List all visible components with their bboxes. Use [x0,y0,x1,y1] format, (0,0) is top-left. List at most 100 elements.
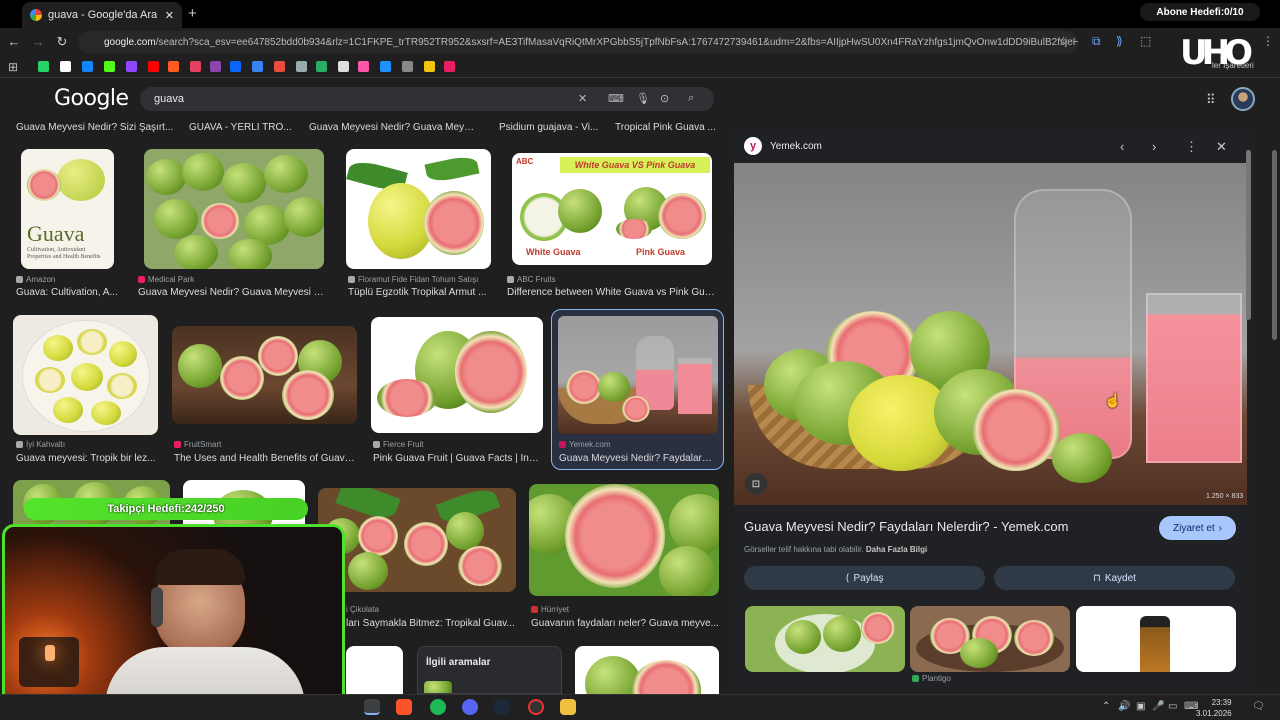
result-image-book[interactable]: Guava Cultivation, Antioxidant Propertie… [21,149,114,269]
result-title[interactable]: Guava Meyvesi Nedir? Faydaları ... [559,453,714,464]
related-image-2[interactable] [910,606,1070,672]
result-image-medical-park[interactable] [144,149,324,269]
result-image-hurriyet[interactable] [529,484,719,596]
back-icon[interactable]: ← [6,34,22,49]
result-title[interactable]: Guava Meyvesi Nedir? Guava Meyvesi Fa... [138,287,328,298]
related-image-3[interactable] [1076,606,1236,672]
result-title[interactable]: ları Saymakla Bitmez: Tropikal Guav... [346,618,516,629]
youtube-bookmark-icon[interactable] [148,61,159,72]
result-image-cikolata[interactable] [318,488,516,592]
list-item-caption[interactable]: Tropical Pink Guava ... [615,122,720,133]
list-item-caption[interactable]: Psidium guajava - Vi... [499,122,599,133]
next-icon[interactable]: › [1152,139,1156,154]
steam-taskbar-icon[interactable] [494,699,510,715]
result-title[interactable]: Pink Guava Fruit | Guava Facts | Insi... [373,453,543,464]
google-logo[interactable]: Google [54,86,129,111]
meta-bookmark-icon[interactable] [230,61,241,72]
tab-google-search[interactable]: guava - Google'da Ara ✕ [22,2,182,28]
search-icon[interactable]: ⌕ [688,92,694,105]
brave-taskbar-icon[interactable] [396,699,412,715]
bookmark-v-icon[interactable] [424,61,435,72]
volume-icon[interactable]: 🔊 [1118,701,1130,712]
bookmark-arrow-icon[interactable] [402,61,413,72]
address-bar[interactable]: google.com/search?sca_esv=ee647852bdd0b9… [78,31,1078,53]
avatar[interactable] [1231,87,1255,111]
tray-chevron-icon[interactable]: ⌃ [1102,701,1110,712]
related-searches-card[interactable]: İlgili aramalar [417,646,562,694]
clear-search-icon[interactable]: ✕ [578,92,587,105]
keyboard-icon[interactable]: ⌨ [608,92,624,105]
search-input[interactable]: guava [140,87,714,111]
result-title[interactable]: Difference between White Guava vs Pink G… [507,287,719,298]
result-image-fierce-fruit[interactable] [371,317,543,433]
learn-more-link[interactable]: Daha Fazla Bilgi [866,545,927,554]
visit-button[interactable]: Ziyaret et › [1159,516,1236,540]
visual-search-icon[interactable]: ⊡ [745,473,767,495]
result-image-partial-3[interactable] [346,646,403,694]
bookmark-gray-icon[interactable] [296,61,307,72]
bookmark-pink-icon[interactable] [358,61,369,72]
network-icon[interactable]: ▭ [1168,701,1177,712]
bookmark-e-icon[interactable] [168,61,179,72]
preview-site-name[interactable]: Yemek.com [770,141,822,152]
preview-title[interactable]: Guava Meyvesi Nedir? Faydaları Nelerdir?… [744,519,1068,534]
bookmark-star-icon[interactable]: ☆ [1058,34,1069,48]
list-item-caption[interactable]: Guava Meyvesi Nedir? Guava Meyve... [309,122,479,133]
extensions-puzzle-icon[interactable]: ⬚ [1140,34,1151,48]
bookmark-flask-icon[interactable] [338,61,349,72]
panel-scrollbar[interactable] [1246,150,1251,320]
share-button[interactable]: ⟨ Paylaş [744,566,985,590]
browser-menu-icon[interactable]: ⋮ [1262,34,1274,48]
list-item-caption[interactable]: GUAVA - YERLİ TRO... [189,122,299,133]
more-options-icon[interactable]: ⋮ [1185,139,1198,155]
obs-taskbar-icon[interactable] [528,699,544,715]
result-title[interactable]: Tüplü Egzotik Tropikal Armut ... [348,287,488,298]
google-apps-icon[interactable]: ⠿ [1206,92,1216,108]
tray-device-icon[interactable]: ▣ [1136,701,1145,712]
bookmark-bi-icon[interactable] [444,61,455,72]
microphone-icon[interactable]: 🎙 [636,92,650,105]
result-image-iyi-kahvalti[interactable] [13,315,158,435]
close-icon[interactable]: ✕ [1216,139,1227,155]
list-item-caption[interactable]: Guava Meyvesi Nedir? Sizi Şaşırt... [16,122,176,133]
x-bookmark-icon[interactable] [60,61,71,72]
system-clock[interactable]: 23:39 3.01.2026 [1196,697,1232,719]
result-title[interactable]: Guavanın faydaları neler? Guava meyve... [531,618,719,629]
translate-icon[interactable]: ⧉ [1092,34,1101,49]
apps-grid-icon[interactable]: ⊞ [8,60,18,74]
new-tab-button[interactable]: + [188,5,197,22]
forward-icon[interactable]: → [30,34,46,49]
spotify-taskbar-icon[interactable] [430,699,446,715]
page-scrollbar[interactable] [1272,150,1277,340]
save-button[interactable]: ⊓ Kaydet [994,566,1235,590]
bookmark-blue-icon[interactable] [252,61,263,72]
related-image-1[interactable] [745,606,905,672]
preview-image[interactable] [734,163,1247,505]
result-image-fruitsmart[interactable] [172,326,357,424]
chrome-taskbar-icon[interactable] [364,699,380,715]
result-image-partial-4[interactable] [575,646,719,694]
bookmark-green-icon[interactable] [316,61,327,72]
result-image-abc-fruits[interactable]: White Guava VS Pink Guava ABC White Guav… [512,153,712,265]
bookmark-red-icon[interactable] [274,61,285,72]
previous-icon[interactable]: ‹ [1120,139,1124,154]
kick-bookmark-icon[interactable] [104,61,115,72]
lens-icon[interactable]: ⊙ [660,92,669,105]
file-explorer-taskbar-icon[interactable] [560,699,576,715]
notifications-icon[interactable]: 🗨 [1252,701,1265,712]
close-tab-icon[interactable]: ✕ [165,9,174,22]
extension-icon[interactable]: ⟫ [1116,34,1123,48]
result-title[interactable]: The Uses and Health Benefits of Guava... [174,453,356,464]
result-title[interactable]: Guava: Cultivation, A... [16,287,126,298]
reload-icon[interactable]: ↻ [54,34,70,50]
result-image-floramut[interactable] [346,149,491,269]
bookmark-purple-icon[interactable] [210,61,221,72]
instagram-bookmark-icon[interactable] [190,61,201,72]
result-title[interactable]: Guava meyvesi: Tropik bir lez... [16,453,156,464]
discord-taskbar-icon[interactable] [462,699,478,715]
bluesky-bookmark-icon[interactable] [82,61,93,72]
bookmark-blue2-icon[interactable] [380,61,391,72]
whatsapp-bookmark-icon[interactable] [38,61,49,72]
microphone-tray-icon[interactable]: 🎤 [1152,701,1164,712]
twitch-bookmark-icon[interactable] [126,61,137,72]
